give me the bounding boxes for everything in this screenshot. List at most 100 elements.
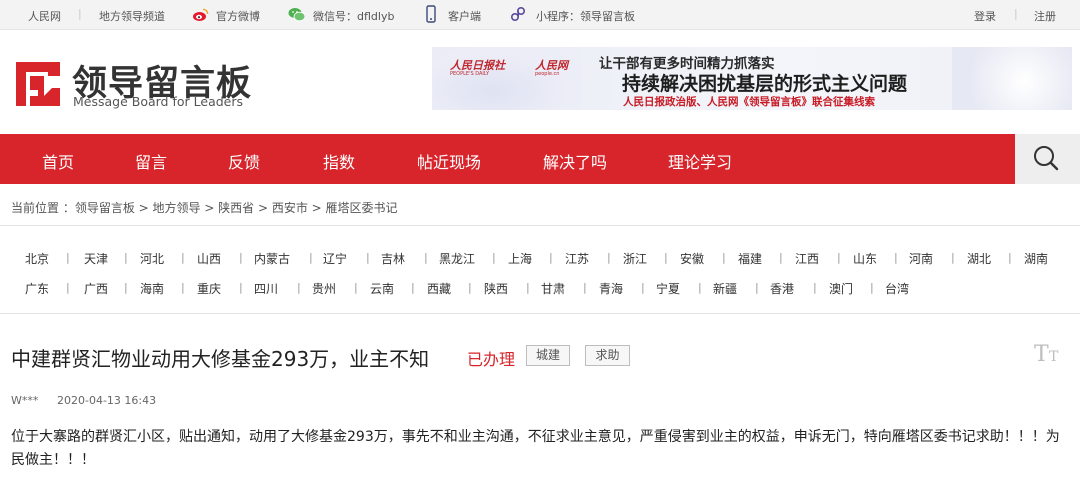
province-separator: |	[309, 251, 313, 264]
banner-headline-2: 持续解决困扰基层的形式主义问题	[622, 73, 908, 95]
nav-theory-study[interactable]: 理论学习	[668, 149, 732, 173]
province-link[interactable]: 青海	[599, 280, 623, 297]
nav-on-site[interactable]: 帖近现场	[417, 149, 481, 173]
breadcrumb[interactable]: 当前位置 ：领导留言板 > 地方领导 > 陕西省 > 西安市 > 雁塔区委书记	[11, 199, 398, 216]
province-link[interactable]: 台湾	[885, 280, 909, 297]
client-link[interactable]: 客户端	[448, 8, 481, 24]
province-link[interactable]: 浙江	[623, 250, 647, 267]
phone-icon	[426, 5, 436, 23]
province-link[interactable]: 海南	[140, 280, 164, 297]
message-content: 位于大寨路的群贤汇小区，贴出通知，动用了大修基金293万，事先不和业主沟通，不征…	[11, 429, 1060, 468]
register-link[interactable]: 注册	[1034, 8, 1056, 24]
province-separator: |	[951, 251, 955, 264]
province-separator: |	[366, 251, 370, 264]
province-link[interactable]: 广东	[25, 280, 49, 297]
message-author: W***	[11, 394, 39, 407]
tag-help[interactable]: 求助	[585, 345, 630, 366]
province-separator: |	[66, 251, 70, 264]
province-link[interactable]: 湖南	[1024, 250, 1048, 267]
province-link[interactable]: 福建	[738, 250, 762, 267]
province-separator: |	[424, 251, 428, 264]
people-net-link[interactable]: 人民网	[28, 8, 61, 24]
top-bar: 人民网 | 地方领导频道 官方微博 微信号：dfldlyb 客户端 小程序：领导…	[0, 0, 1080, 30]
province-link[interactable]: 四川	[254, 280, 278, 297]
province-separator: |	[468, 281, 472, 294]
province-separator: |	[354, 281, 358, 294]
weibo-link[interactable]: 官方微博	[216, 8, 260, 24]
province-separator: |	[66, 281, 70, 294]
nav-feedback[interactable]: 反馈	[228, 149, 260, 173]
province-separator: |	[607, 251, 611, 264]
province-separator: |	[239, 281, 243, 294]
province-separator: |	[124, 251, 128, 264]
search-button[interactable]	[1015, 134, 1080, 184]
province-separator: |	[698, 281, 702, 294]
province-link[interactable]: 陕西	[484, 280, 508, 297]
nav-resolved[interactable]: 解决了吗	[543, 149, 607, 173]
wechat-account: 微信号：dfldlyb	[313, 10, 395, 23]
province-link[interactable]: 甘肃	[541, 280, 565, 297]
province-link[interactable]: 黑龙江	[439, 250, 475, 267]
weibo-icon	[193, 8, 209, 21]
login-link[interactable]: 登录	[974, 8, 996, 24]
miniprogram-icon	[510, 6, 526, 22]
province-link[interactable]: 云南	[370, 280, 394, 297]
province-separator: |	[641, 281, 645, 294]
province-link[interactable]: 山东	[853, 250, 877, 267]
wechat-icon	[288, 8, 306, 22]
province-separator: |	[813, 281, 817, 294]
province-separator: |	[870, 281, 874, 294]
banner-subline: 人民日报政治版、人民网《领导留言板》联合征集线索	[623, 96, 875, 108]
province-separator: |	[583, 281, 587, 294]
province-link[interactable]: 辽宁	[323, 250, 347, 267]
province-separator: |	[181, 281, 185, 294]
province-link[interactable]: 内蒙古	[254, 250, 290, 267]
province-link[interactable]: 天津	[84, 250, 108, 267]
divider	[0, 225, 1080, 226]
tag-urban-construction[interactable]: 城建	[526, 345, 570, 366]
province-separator: |	[411, 281, 415, 294]
province-link[interactable]: 广西	[84, 280, 108, 297]
province-link[interactable]: 西藏	[427, 280, 451, 297]
site-logo-icon[interactable]	[14, 60, 62, 108]
province-link[interactable]: 澳门	[829, 280, 853, 297]
province-separator: |	[124, 281, 128, 294]
banner-brand-people-net-en: people.cn	[535, 71, 560, 77]
province-link[interactable]: 河北	[140, 250, 164, 267]
province-link[interactable]: 河南	[909, 250, 933, 267]
search-icon	[1034, 146, 1059, 171]
province-separator: |	[755, 281, 759, 294]
province-link[interactable]: 江苏	[565, 250, 589, 267]
province-link[interactable]: 上海	[508, 250, 532, 267]
font-size-icon[interactable]: T T	[1033, 339, 1063, 365]
province-link[interactable]: 吉林	[381, 250, 405, 267]
miniprogram-link[interactable]: 小程序：领导留言板	[536, 8, 635, 24]
province-link[interactable]: 宁夏	[656, 280, 680, 297]
nav-messages[interactable]: 留言	[135, 149, 167, 173]
province-separator: |	[894, 251, 898, 264]
province-link[interactable]: 香港	[770, 280, 794, 297]
local-channel-link[interactable]: 地方领导频道	[99, 8, 165, 24]
nav-index[interactable]: 指数	[323, 149, 355, 173]
province-separator: |	[492, 251, 496, 264]
province-link[interactable]: 山西	[197, 250, 221, 267]
province-separator: |	[837, 251, 841, 264]
province-link[interactable]: 湖北	[967, 250, 991, 267]
campaign-banner[interactable]: 人民日报社 PEOPLE'S DAILY 人民网 people.cn 让干部有更…	[432, 47, 1072, 110]
province-link[interactable]: 新疆	[713, 280, 737, 297]
province-separator: |	[779, 251, 783, 264]
province-link[interactable]: 重庆	[197, 280, 221, 297]
divider	[0, 313, 1080, 314]
nav-home[interactable]: 首页	[42, 149, 74, 173]
province-separator: |	[549, 251, 553, 264]
top-separator: |	[1014, 7, 1018, 20]
province-link[interactable]: 江西	[795, 250, 819, 267]
province-separator: |	[1008, 251, 1012, 264]
message-time: 2020-04-13 16:43	[57, 394, 157, 407]
province-separator: |	[181, 251, 185, 264]
province-link[interactable]: 安徽	[680, 250, 704, 267]
province-separator: |	[239, 251, 243, 264]
svg-text:T: T	[1034, 342, 1049, 365]
province-link[interactable]: 贵州	[312, 280, 336, 297]
province-link[interactable]: 北京	[25, 250, 49, 267]
